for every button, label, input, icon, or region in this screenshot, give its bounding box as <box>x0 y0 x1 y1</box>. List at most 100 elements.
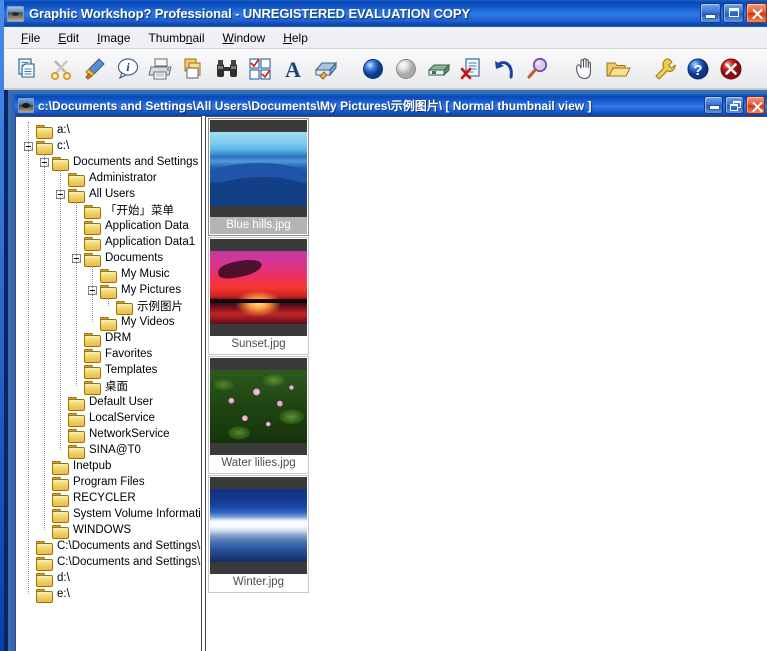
thumbnail-caption: Blue hills.jpg <box>210 217 307 234</box>
tree-connector-line <box>60 170 61 450</box>
exit-close-icon[interactable] <box>714 51 747 87</box>
svg-text:A: A <box>285 57 301 82</box>
folder-tree-pane[interactable]: a:\ c:\ Documents and Settings Administrato… <box>15 116 201 651</box>
document-close-button[interactable] <box>746 96 765 114</box>
tree-node-label: Application Data <box>105 220 189 232</box>
tree-node[interactable]: C:\Documents and Settings\S <box>16 554 201 571</box>
tree-node-label: My Videos <box>121 316 175 328</box>
folder-icon <box>68 428 85 443</box>
tree-node-label: All Users <box>89 188 136 200</box>
document-restore-button[interactable] <box>725 96 744 114</box>
tree-node-label: My Pictures <box>121 284 182 296</box>
tree-node[interactable]: d:\ <box>16 570 201 587</box>
tree-node-label: LocalService <box>89 412 155 424</box>
thumbnail-image-sunset[interactable] <box>210 239 307 336</box>
paintbrush-icon[interactable] <box>78 51 111 87</box>
wrench-icon[interactable] <box>648 51 681 87</box>
tree-node-label: Templates <box>105 364 158 376</box>
hand-icon[interactable] <box>568 51 601 87</box>
tree-node-label: Documents <box>105 252 164 264</box>
menu-window[interactable]: Window <box>214 29 275 47</box>
menubar: File Edit Image Thumbnail Window Help <box>4 27 767 49</box>
copy-icon[interactable] <box>12 51 45 87</box>
folder-icon <box>84 364 101 379</box>
help-question-icon[interactable]: ? <box>681 51 714 87</box>
tree-node-label: C:\Documents and Settings\S <box>57 540 201 552</box>
folder-icon <box>52 524 69 539</box>
document-minimize-button[interactable] <box>704 96 723 114</box>
duplicate-pages-icon[interactable] <box>177 51 210 87</box>
blue-sphere-icon[interactable] <box>356 51 389 87</box>
menu-thumbnail[interactable]: Thumbnail <box>139 29 213 47</box>
magnifier-icon[interactable] <box>521 51 554 87</box>
thumbnail-image-water-lilies[interactable] <box>210 358 307 455</box>
thumbnail-pane[interactable]: Blue hills.jpg Sunset.jpg Water lilies.jpg… <box>206 116 767 651</box>
delete-file-icon[interactable] <box>455 51 488 87</box>
thumbnail-cell[interactable]: Sunset.jpg <box>208 237 309 355</box>
scanner-icon[interactable] <box>309 51 342 87</box>
select-all-checkboxes-icon[interactable] <box>243 51 276 87</box>
tree-node-label: Favorites <box>105 348 153 360</box>
folder-icon <box>68 412 85 427</box>
tree-node-label: C:\Documents and Settings\S <box>57 556 201 568</box>
photo-eye-icon[interactable] <box>18 97 34 113</box>
app-maximize-button[interactable] <box>723 3 744 23</box>
document-body: a:\ c:\ Documents and Settings Administrato… <box>15 116 767 651</box>
tree-connector-line <box>76 202 77 386</box>
thumbnail-artwork <box>210 370 307 443</box>
folder-icon <box>36 588 53 603</box>
folder-icon <box>52 476 69 491</box>
binoculars-icon[interactable] <box>210 51 243 87</box>
document-window: c:\Documents and Settings\All Users\Docu… <box>12 93 767 651</box>
tree-node-label: Inetpub <box>73 460 112 472</box>
gray-sphere-icon[interactable] <box>389 51 422 87</box>
open-folder-icon[interactable] <box>601 51 634 87</box>
tree-node[interactable]: c:\ <box>16 138 201 155</box>
menu-image[interactable]: Image <box>88 29 139 47</box>
tree-node-label: 「开始」菜单 <box>105 205 174 217</box>
thumbnail-artwork <box>210 132 307 207</box>
document-title: c:\Documents and Settings\All Users\Docu… <box>38 98 592 113</box>
menu-edit[interactable]: Edit <box>49 29 88 47</box>
menu-file[interactable]: File <box>12 29 49 47</box>
folder-icon <box>52 460 69 475</box>
tree-connector-line <box>92 266 93 322</box>
text-a-icon[interactable]: A <box>276 51 309 87</box>
thumbnail-cell[interactable]: Blue hills.jpg <box>208 118 309 236</box>
toolbar: i A ? <box>4 49 767 90</box>
folder-icon <box>36 140 53 155</box>
thumbnail-caption: Sunset.jpg <box>210 336 307 353</box>
app-titlebar[interactable]: Graphic Workshop? Professional - UNREGIS… <box>4 0 767 27</box>
tree-node-label: c:\ <box>57 140 70 152</box>
tree-node[interactable]: e:\ <box>16 586 201 603</box>
folder-icon <box>116 300 133 315</box>
thumbnail-cell[interactable]: Water lilies.jpg <box>208 356 309 474</box>
app-minimize-button[interactable] <box>700 3 721 23</box>
document-caption-buttons <box>704 96 765 114</box>
green-disk-icon[interactable] <box>422 51 455 87</box>
folder-icon <box>84 348 101 363</box>
undo-arrow-icon[interactable] <box>488 51 521 87</box>
app-close-button[interactable] <box>746 3 767 23</box>
folder-icon <box>36 556 53 571</box>
thumbnail-image-blue-hills[interactable] <box>210 120 307 217</box>
cut-scissors-icon[interactable] <box>45 51 78 87</box>
folder-icon <box>84 220 101 235</box>
document-titlebar[interactable]: c:\Documents and Settings\All Users\Docu… <box>15 94 767 116</box>
tree-connector-line <box>44 154 45 530</box>
tree-node[interactable]: a:\ <box>16 122 201 139</box>
thumbnail-caption: Winter.jpg <box>210 574 307 591</box>
thumbnail-cell[interactable]: Winter.jpg <box>208 475 309 593</box>
info-icon[interactable]: i <box>111 51 144 87</box>
thumbnail-artwork <box>210 489 307 562</box>
folder-icon <box>52 492 69 507</box>
tree-node-label: 桌面 <box>105 381 128 393</box>
thumbnail-image-winter[interactable] <box>210 477 307 574</box>
printer-icon[interactable] <box>144 51 177 87</box>
photo-eye-icon[interactable] <box>7 5 24 22</box>
thumbnail-artwork <box>210 251 307 324</box>
tree-node-label: Application Data1 <box>105 236 196 248</box>
tree-node-label: My Music <box>121 268 170 280</box>
tree-node[interactable]: C:\Documents and Settings\S <box>16 538 201 555</box>
menu-help[interactable]: Help <box>274 29 317 47</box>
